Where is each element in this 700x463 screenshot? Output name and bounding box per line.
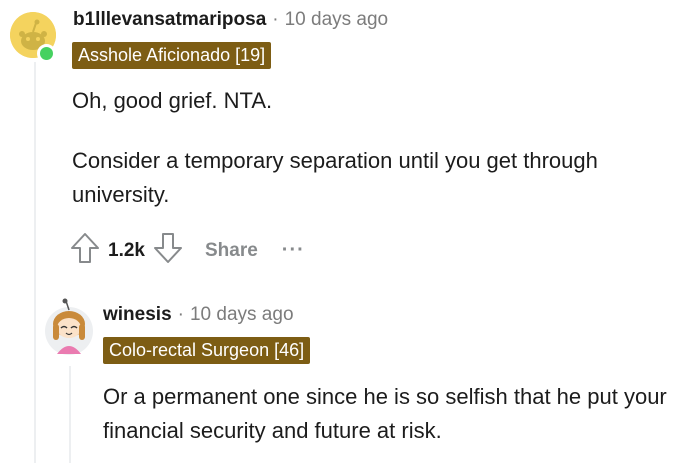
arrow-up-icon[interactable]: [70, 232, 100, 269]
meta-separator: ·: [177, 304, 184, 325]
online-status-dot: [37, 44, 56, 63]
share-button[interactable]: Share: [205, 240, 258, 262]
username[interactable]: b1lllevansatmariposa: [73, 9, 266, 31]
snoo-avatar-icon: [45, 298, 93, 355]
user-flair: Colo-rectal Surgeon [46]: [103, 337, 311, 364]
arrow-down-icon[interactable]: [153, 232, 183, 269]
comment-meta: winesis · 10 days ago: [103, 304, 294, 326]
comment-paragraph: Oh, good grief. NTA.: [72, 88, 273, 113]
vote-score: 1.2k: [108, 239, 145, 261]
thread-line[interactable]: [34, 62, 36, 463]
username[interactable]: winesis: [103, 304, 172, 326]
timestamp[interactable]: 10 days ago: [190, 304, 294, 326]
avatar[interactable]: [44, 298, 94, 358]
timestamp[interactable]: 10 days ago: [285, 9, 389, 31]
comment-actions: 1.2k Share ···: [70, 232, 305, 269]
comment-paragraph: Consider a temporary separation until yo…: [72, 148, 598, 207]
user-flair: Asshole Aficionado [19]: [72, 42, 272, 69]
meta-separator: ·: [272, 9, 279, 30]
ellipsis-icon[interactable]: ···: [282, 239, 305, 262]
comment-meta: b1lllevansatmariposa · 10 days ago: [73, 9, 388, 31]
thread-line[interactable]: [69, 366, 71, 463]
comment-paragraph: Or a permanent one since he is so selfis…: [103, 384, 667, 443]
